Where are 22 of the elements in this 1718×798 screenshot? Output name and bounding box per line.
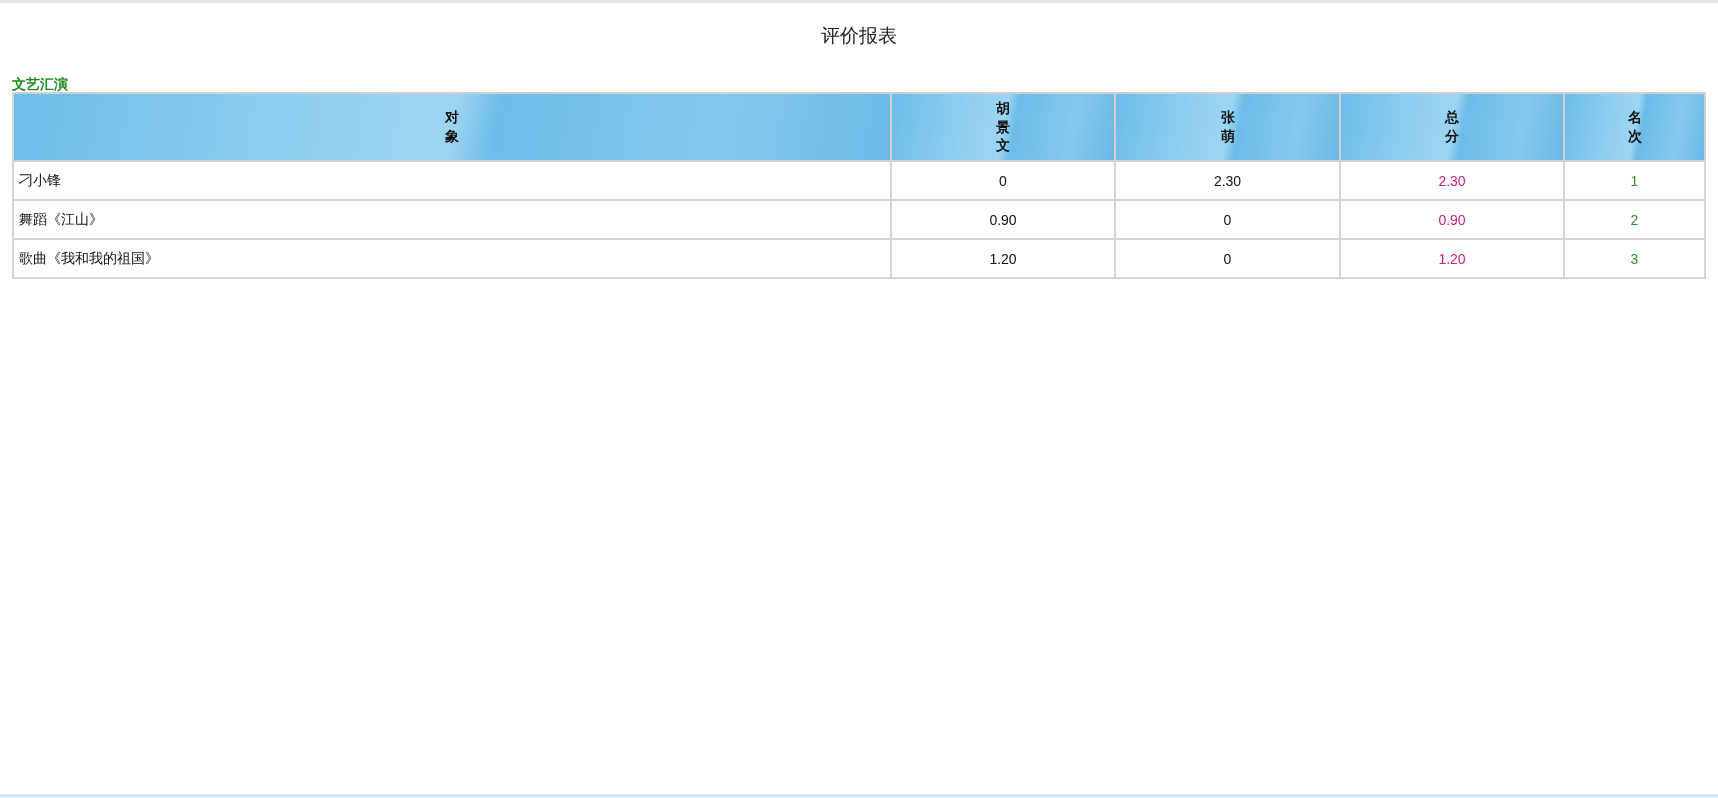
section-heading: 文艺汇演 xyxy=(12,76,69,92)
table-cell: 1 xyxy=(1564,161,1705,200)
table-cell: 0 xyxy=(1115,239,1340,278)
table-cell: 舞蹈《江山》 xyxy=(13,200,891,239)
table-cell: 3 xyxy=(1564,239,1705,278)
table-cell: 0.90 xyxy=(1340,200,1564,239)
table-cell: 2.30 xyxy=(1340,161,1564,200)
table-cell: 2.30 xyxy=(1115,161,1340,200)
column-header: 胡景文 xyxy=(891,93,1115,161)
column-header: 名次 xyxy=(1564,93,1705,161)
table-cell: 歌曲《我和我的祖国》 xyxy=(13,239,891,278)
column-header: 对象 xyxy=(13,93,891,161)
column-header: 总分 xyxy=(1340,93,1564,161)
column-header: 张萌 xyxy=(1115,93,1340,161)
table-cell: 2 xyxy=(1564,200,1705,239)
table-cell: 0 xyxy=(1115,200,1340,239)
table-cell: 0.90 xyxy=(891,200,1115,239)
table-cell: 刁小锋 xyxy=(13,161,891,200)
table-cell: 1.20 xyxy=(891,239,1115,278)
table-cell: 0 xyxy=(891,161,1115,200)
table-cell: 1.20 xyxy=(1340,239,1564,278)
report-title: 评价报表 xyxy=(820,24,898,48)
